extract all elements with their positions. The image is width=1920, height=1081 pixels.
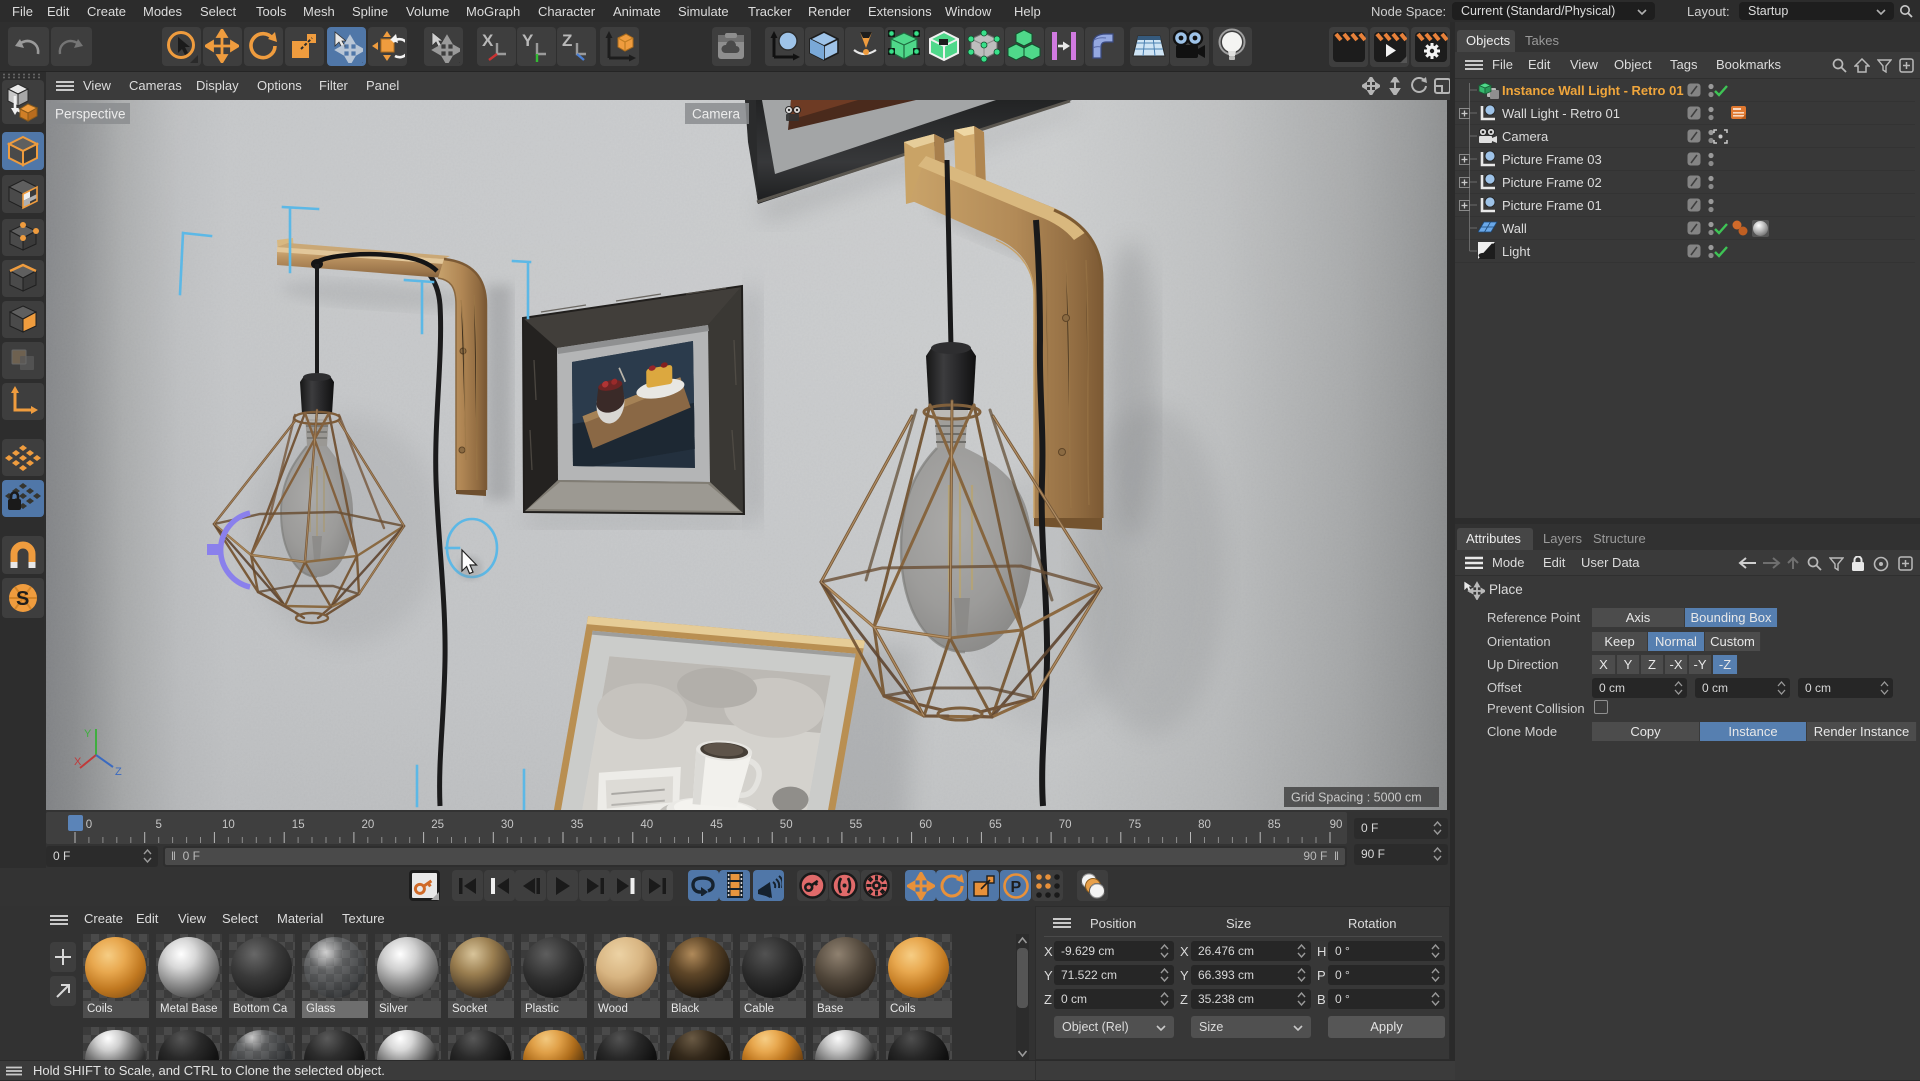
svg-text:X: X [74,756,82,768]
svg-text:50: 50 [780,819,793,831]
svg-text:10: 10 [222,819,235,831]
svg-text:85: 85 [1268,819,1281,831]
svg-text:Z: Z [115,766,122,778]
svg-text:45: 45 [710,819,723,831]
svg-text:15: 15 [292,819,305,831]
svg-text:P: P [1010,879,1021,896]
svg-text:X: X [482,31,494,50]
svg-text:20: 20 [362,819,375,831]
svg-text:Grid Spacing : 5000 cm: Grid Spacing : 5000 cm [1291,791,1422,805]
svg-text:Perspective: Perspective [55,107,126,122]
svg-text:60: 60 [919,819,932,831]
svg-text:80: 80 [1198,819,1211,831]
svg-text:40: 40 [640,819,653,831]
svg-text:S: S [16,588,29,610]
svg-text:Y: Y [522,31,534,50]
svg-text:70: 70 [1059,819,1072,831]
svg-text:65: 65 [989,819,1002,831]
svg-text:35: 35 [571,819,584,831]
svg-text:5: 5 [155,819,161,831]
svg-text:0: 0 [86,819,92,831]
svg-text:Y: Y [84,728,92,740]
svg-text:25: 25 [431,819,444,831]
svg-text:55: 55 [850,819,863,831]
svg-text:Z: Z [562,31,572,50]
svg-text:90: 90 [1330,819,1343,831]
svg-text:Camera: Camera [692,107,741,122]
svg-text:75: 75 [1128,819,1141,831]
svg-text:30: 30 [501,819,514,831]
